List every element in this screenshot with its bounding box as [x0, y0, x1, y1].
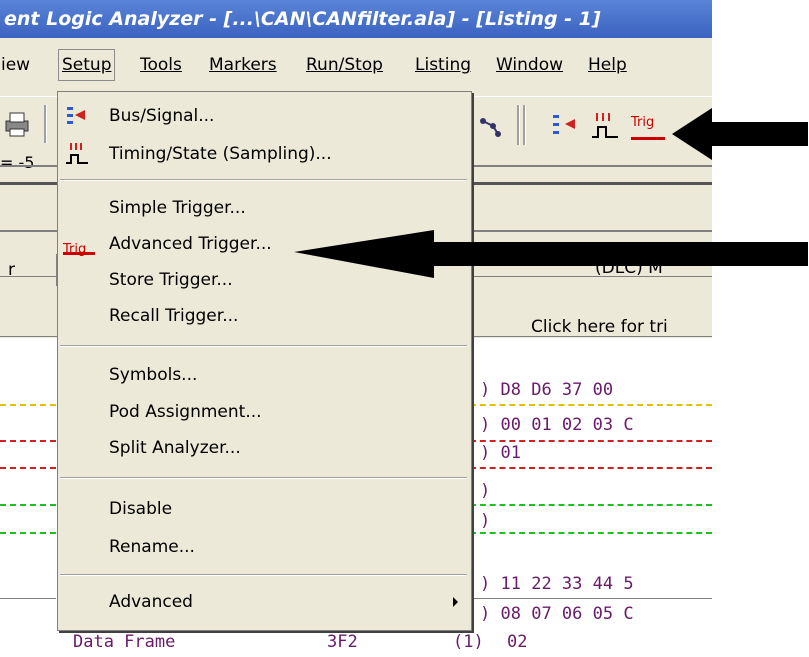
menu-item-simple-trigger[interactable]: Simple Trigger... — [59, 192, 468, 224]
submenu-arrow-icon — [453, 597, 458, 607]
bus-signal-toolbar-icon[interactable] — [551, 111, 581, 141]
trig-toolbar-icon[interactable]: Trig — [631, 109, 671, 143]
frame-id: 3F2 — [327, 632, 358, 652]
print-icon[interactable] — [2, 109, 36, 139]
window-titlebar: ent Logic Analyzer - [...\CAN\CANfilter.… — [0, 0, 712, 38]
menu-bar: iew Setup Tools Markers Run/Stop Listing… — [0, 38, 712, 96]
menu-item-timing-state[interactable]: Timing/State (Sampling)... — [59, 138, 468, 170]
row-divider — [470, 504, 712, 506]
listing-row-last[interactable]: Data Frame — [73, 632, 175, 652]
menu-listing[interactable]: Listing — [412, 50, 474, 80]
listing-row[interactable]: ) 00 01 02 03 C — [480, 415, 634, 435]
timing-state-toolbar-icon[interactable] — [590, 111, 620, 141]
menu-setup[interactable]: Setup — [58, 49, 116, 81]
menu-item-recall-trigger[interactable]: Recall Trigger... — [59, 300, 468, 332]
trigger-click-hint[interactable]: Click here for tri — [531, 317, 668, 337]
bus-signal-icon — [65, 104, 89, 128]
frame-type: Data Frame — [73, 632, 176, 652]
menu-markers[interactable]: Markers — [206, 50, 280, 80]
row-divider — [470, 532, 712, 534]
listing-row[interactable]: ) — [480, 511, 490, 531]
row-divider — [0, 404, 56, 406]
listing-row[interactable]: ) 11 22 33 44 5 — [480, 574, 634, 594]
row-divider — [470, 404, 712, 406]
window-title: ent Logic Analyzer - [...\CAN\CANfilter.… — [4, 8, 601, 30]
menu-view[interactable]: iew — [0, 50, 33, 80]
menu-item-bus-signal[interactable]: Bus/Signal... — [59, 100, 468, 132]
setup-dropdown-menu: Bus/Signal... Timing/State (Sampling)...… — [57, 91, 472, 631]
row-divider — [0, 440, 56, 442]
row-divider — [0, 504, 56, 506]
menu-window[interactable]: Window — [493, 50, 566, 80]
network-icon[interactable] — [478, 113, 506, 139]
listing-row[interactable]: ) 08 07 06 05 C — [480, 604, 634, 624]
listing-row[interactable]: ) — [480, 481, 490, 501]
listing-row[interactable]: ) 01 — [480, 443, 521, 463]
column-header-left[interactable]: r — [0, 254, 57, 286]
menu-item-rename[interactable]: Rename... — [59, 531, 468, 563]
annotation-arrow-toolbar-icon — [672, 108, 808, 160]
menu-item-disable[interactable]: Disable — [59, 493, 468, 525]
trig-icon: Trig — [63, 230, 97, 257]
row-divider — [470, 440, 712, 442]
row-divider — [0, 532, 56, 534]
menu-item-advanced[interactable]: Advanced — [59, 586, 468, 618]
menu-help[interactable]: Help — [585, 50, 630, 80]
menu-run-stop[interactable]: Run/Stop — [303, 50, 386, 80]
menu-tools[interactable]: Tools — [137, 50, 185, 80]
row-divider — [0, 467, 56, 469]
row-divider — [470, 467, 712, 469]
menu-item-symbols[interactable]: Symbols... — [59, 359, 468, 391]
frame-data: 02 — [507, 632, 528, 652]
annotation-arrow-menu-icon — [294, 230, 808, 278]
timing-state-icon — [65, 142, 89, 166]
frame-dlc: (1) — [453, 632, 484, 652]
listing-row[interactable]: ) D8 D6 37 00 — [480, 380, 613, 400]
menu-item-pod-assignment[interactable]: Pod Assignment... — [59, 396, 468, 428]
menu-item-split-analyzer[interactable]: Split Analyzer... — [59, 432, 468, 464]
